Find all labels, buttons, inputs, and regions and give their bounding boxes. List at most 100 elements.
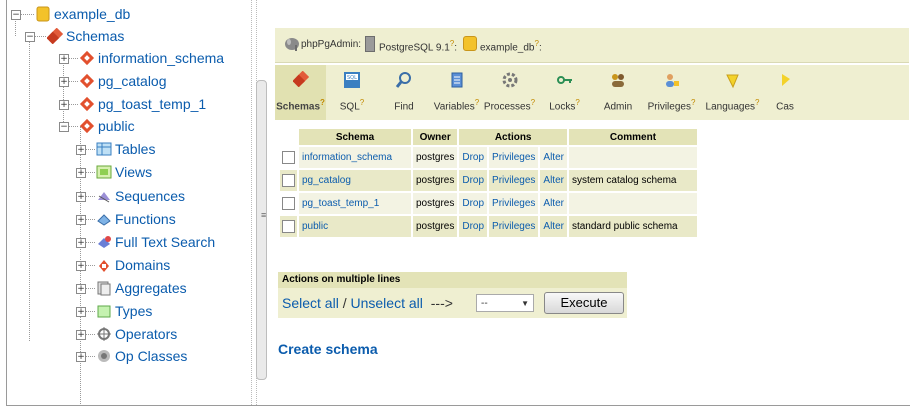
tree-node[interactable]: + Views: [7, 162, 269, 182]
row-checkbox-cell: [280, 216, 297, 237]
tab-locks[interactable]: Locks?: [536, 65, 593, 120]
privileges-link[interactable]: Privileges: [489, 170, 539, 191]
tree-node[interactable]: + Tables: [7, 139, 269, 159]
tab-cas[interactable]: Cas: [765, 65, 805, 120]
tree-node[interactable]: + Types: [7, 301, 269, 321]
tab-languages[interactable]: Languages?: [700, 65, 765, 120]
select-all-link[interactable]: Select all: [282, 295, 339, 311]
drop-link[interactable]: Drop: [459, 193, 488, 214]
expand-icon[interactable]: +: [76, 261, 86, 271]
schema-name-link[interactable]: pg_toast_temp_1: [299, 193, 411, 214]
alter-link[interactable]: Alter: [540, 216, 567, 237]
alter-link[interactable]: Alter: [540, 147, 567, 168]
drop-link[interactable]: Drop: [459, 216, 488, 237]
tree-node[interactable]: + Op Classes: [7, 346, 269, 366]
expand-icon[interactable]: +: [76, 307, 86, 317]
alter-link[interactable]: Alter: [540, 170, 567, 191]
tree-node-label[interactable]: Sequences: [115, 186, 185, 206]
tree-connector: [21, 14, 34, 15]
tree-node-label[interactable]: Functions: [115, 209, 176, 229]
collapse-icon[interactable]: −: [11, 10, 21, 20]
multi-actions-panel: Actions on multiple lines Select all / U…: [278, 272, 628, 318]
tree-node[interactable]: + Aggregates: [7, 278, 269, 298]
row-checkbox[interactable]: [282, 151, 295, 164]
owner-column-header: Owner: [413, 129, 458, 145]
tree-node[interactable]: − example_db: [7, 4, 269, 24]
tree-node-label[interactable]: Aggregates: [115, 278, 187, 298]
tree-node-label[interactable]: pg_toast_temp_1: [98, 94, 206, 114]
privileges-link[interactable]: Privileges: [489, 147, 539, 168]
tree-node-label[interactable]: Op Classes: [115, 346, 187, 366]
slash-separator: /: [342, 295, 347, 311]
tree-node[interactable]: − public: [7, 116, 269, 136]
action-select[interactable]: -- ▼: [476, 294, 534, 312]
expand-icon[interactable]: +: [59, 100, 69, 110]
schema-name-link[interactable]: public: [299, 216, 411, 237]
drop-link[interactable]: Drop: [459, 147, 488, 168]
schemas-icon: [291, 70, 310, 89]
row-checkbox[interactable]: [282, 174, 295, 187]
privileges-link[interactable]: Privileges: [489, 216, 539, 237]
tree-connector: [86, 219, 95, 220]
collapse-icon[interactable]: −: [25, 32, 35, 42]
expand-icon[interactable]: +: [59, 54, 69, 64]
tab-processes[interactable]: Processes?: [483, 65, 536, 120]
tab-admin[interactable]: Admin: [593, 65, 643, 120]
execute-button[interactable]: Execute: [544, 292, 624, 314]
drop-link[interactable]: Drop: [459, 170, 488, 191]
schema-name-link[interactable]: information_schema: [299, 147, 411, 168]
privileges-icon: [663, 71, 681, 89]
expand-icon[interactable]: +: [76, 238, 86, 248]
tree-node-label[interactable]: Domains: [115, 255, 170, 275]
tree-node-label[interactable]: Schemas: [66, 26, 124, 46]
expand-icon[interactable]: +: [59, 77, 69, 87]
tree-node[interactable]: + Full Text Search: [7, 232, 269, 252]
breadcrumb-database[interactable]: example_db?:: [480, 39, 542, 53]
schema-column-header: Schema: [299, 129, 411, 145]
breadcrumb-server[interactable]: PostgreSQL 9.1?:: [379, 39, 457, 53]
breadcrumb-app[interactable]: phpPgAdmin:: [301, 39, 361, 50]
views-icon: [96, 164, 112, 180]
expand-icon[interactable]: +: [76, 145, 86, 155]
create-schema-link[interactable]: Create schema: [278, 341, 378, 357]
row-checkbox[interactable]: [282, 197, 295, 210]
expand-icon[interactable]: +: [76, 215, 86, 225]
tree-node-label[interactable]: public: [98, 116, 135, 136]
tab-find[interactable]: Find: [378, 65, 430, 120]
collapse-icon[interactable]: −: [59, 122, 69, 132]
expand-icon[interactable]: +: [76, 352, 86, 362]
tree-connector: [35, 36, 46, 37]
tree-node[interactable]: + pg_toast_temp_1: [7, 94, 269, 114]
tree-node-label[interactable]: Tables: [115, 139, 155, 159]
expand-icon[interactable]: +: [76, 192, 86, 202]
schema-name-link[interactable]: pg_catalog: [299, 170, 411, 191]
tab-privileges[interactable]: Privileges?: [643, 65, 700, 120]
expand-icon[interactable]: +: [76, 168, 86, 178]
tree-node-label[interactable]: Operators: [115, 324, 177, 344]
unselect-all-link[interactable]: Unselect all: [350, 295, 422, 311]
tree-node-label[interactable]: Views: [115, 162, 152, 182]
privileges-link[interactable]: Privileges: [489, 193, 539, 214]
tree-node[interactable]: + Sequences: [7, 186, 269, 206]
expand-icon[interactable]: +: [76, 284, 86, 294]
tab-label: Find: [394, 101, 414, 113]
tree-node-label[interactable]: information_schema: [98, 48, 224, 68]
tree-node[interactable]: + Domains: [7, 255, 269, 275]
tree-node-label[interactable]: pg_catalog: [98, 71, 167, 91]
tree-node[interactable]: + Operators: [7, 324, 269, 344]
tree-node[interactable]: + Functions: [7, 209, 269, 229]
tree-connector: [86, 356, 95, 357]
row-checkbox[interactable]: [282, 220, 295, 233]
tab-schemas[interactable]: Schemas?: [275, 65, 326, 120]
tab-variables[interactable]: Variables?: [430, 65, 483, 120]
tree-node[interactable]: + pg_catalog: [7, 71, 269, 91]
tree-scrollbar[interactable]: [256, 80, 267, 380]
expand-icon[interactable]: +: [76, 330, 86, 340]
tree-node-label[interactable]: Types: [115, 301, 152, 321]
tree-node[interactable]: − Schemas: [7, 26, 269, 46]
tab-sql[interactable]: SQL SQL?: [326, 65, 378, 120]
alter-link[interactable]: Alter: [540, 193, 567, 214]
tree-node-label[interactable]: example_db: [54, 4, 130, 24]
tree-node[interactable]: + information_schema: [7, 48, 269, 68]
tree-node-label[interactable]: Full Text Search: [115, 232, 215, 252]
